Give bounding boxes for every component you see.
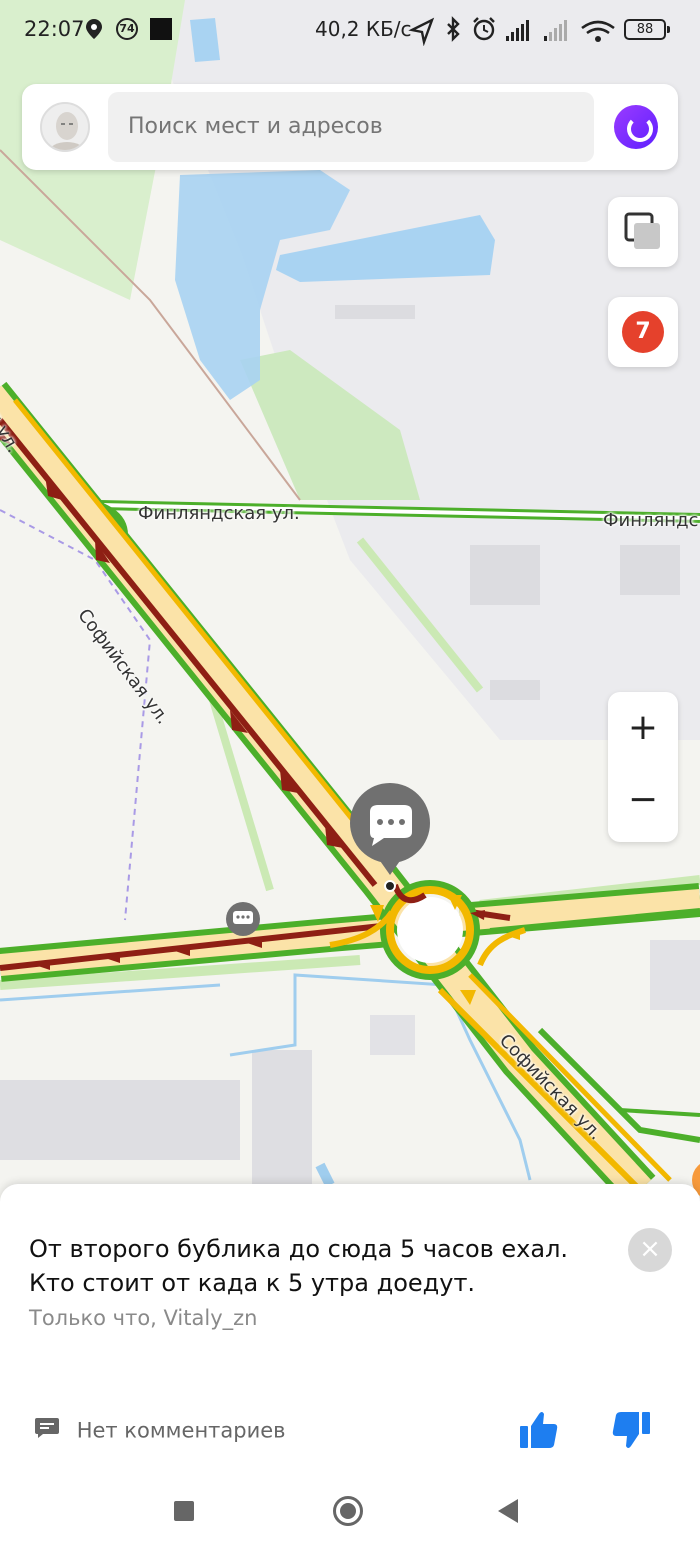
- search-bar: [22, 84, 678, 170]
- app-notification-icon: [150, 18, 172, 40]
- search-input[interactable]: [108, 92, 594, 162]
- thumbs-down-icon: [612, 1412, 650, 1448]
- signal-icon: [506, 20, 529, 41]
- status-bar: 22:07 74 40,2 КБ/с 88: [0, 0, 700, 60]
- system-nav-bar: [0, 1470, 700, 1556]
- close-button[interactable]: ×: [628, 1228, 672, 1272]
- back-button[interactable]: [498, 1499, 518, 1523]
- zoom-out-button[interactable]: −: [608, 768, 678, 840]
- like-button[interactable]: [516, 1408, 560, 1456]
- location-pin-icon: [86, 19, 102, 44]
- signal-icon-2: [544, 20, 567, 41]
- wifi-icon: [581, 20, 615, 42]
- event-marker-small[interactable]: [226, 902, 260, 936]
- avatar[interactable]: [40, 102, 90, 152]
- comments-label: Нет комментариев: [76, 1418, 286, 1443]
- traffic-score: 7: [622, 311, 664, 353]
- layers-button[interactable]: [608, 197, 678, 267]
- bluetooth-icon: [447, 16, 460, 42]
- traffic-button[interactable]: 7: [608, 297, 678, 367]
- street-label-finlyandskaya-edge: Финляндс: [603, 510, 699, 531]
- status-icons: [408, 14, 618, 51]
- event-meta: Только что, Vitaly_zn: [29, 1306, 258, 1330]
- thumbs-up-icon: [520, 1412, 558, 1448]
- comments-link[interactable]: Нет комментариев: [34, 1416, 286, 1445]
- dislike-button[interactable]: [610, 1408, 654, 1456]
- network-speed: 40,2 КБ/с: [315, 17, 412, 41]
- zoom-controls: + −: [608, 692, 678, 842]
- event-message: От второго бублика до сюда 5 часов ехал.…: [29, 1235, 569, 1297]
- home-button[interactable]: [333, 1496, 363, 1526]
- street-label-finlyandskaya: Финляндская ул.: [138, 503, 300, 524]
- voice-assistant-button[interactable]: [614, 105, 658, 149]
- notification-badge: 74: [116, 18, 138, 40]
- recent-apps-button[interactable]: [174, 1501, 194, 1521]
- layers-icon: [624, 212, 660, 249]
- status-time: 22:07: [24, 17, 85, 41]
- comment-icon: [34, 1416, 60, 1445]
- zoom-in-button[interactable]: +: [608, 692, 678, 764]
- navigation-arrow-icon: [408, 17, 435, 47]
- battery-indicator: 88: [624, 19, 670, 40]
- alarm-icon: [473, 17, 495, 41]
